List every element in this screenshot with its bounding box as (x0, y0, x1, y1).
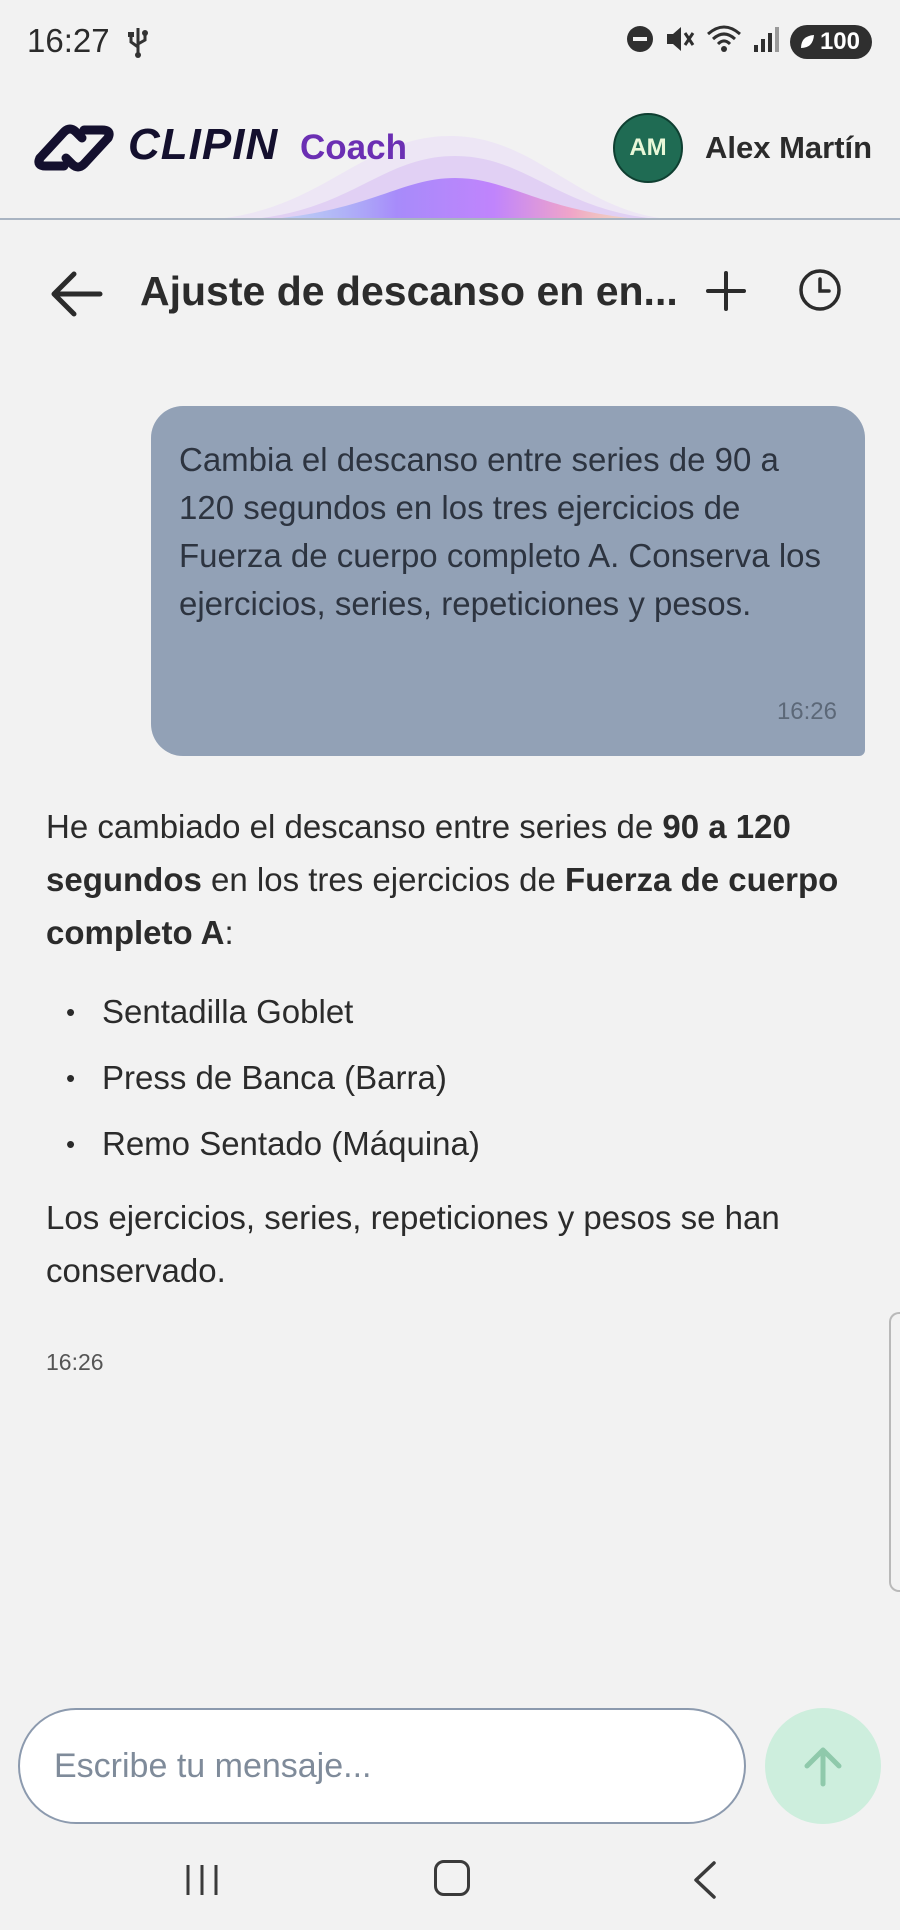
list-item: Press de Banca (Barra) (46, 1045, 866, 1111)
assistant-message: He cambiado el descanso entre series de … (46, 800, 866, 1297)
dnd-icon (626, 25, 654, 58)
usb-icon (125, 26, 151, 65)
user-message-bubble: Cambia el descanso entre series de 90 a … (151, 406, 865, 756)
clock-icon (799, 269, 841, 311)
list-item: Sentadilla Goblet (46, 979, 866, 1045)
status-time: 16:27 (27, 22, 110, 59)
battery-level: 100 (819, 27, 860, 55)
wifi-icon (706, 24, 742, 59)
plus-icon (706, 271, 746, 311)
home-icon[interactable] (434, 1860, 470, 1896)
message-timestamp: 16:26 (776, 698, 837, 725)
send-button[interactable] (765, 1708, 881, 1824)
avatar[interactable]: AM (613, 113, 683, 183)
nav-back-icon[interactable] (690, 1860, 720, 1900)
message-timestamp: 16:26 (46, 1349, 104, 1375)
assistant-intro-text: He cambiado el descanso entre series de (46, 808, 663, 845)
status-bar: 16:27 100 (0, 0, 900, 86)
scrollbar-handle[interactable] (889, 1312, 900, 1592)
signal-icon (752, 25, 780, 58)
recents-icon[interactable] (182, 1862, 222, 1898)
app-header: CLIPIN Coach AM Alex Martín (0, 86, 900, 220)
assistant-outro: Los ejercicios, series, repeticiones y p… (46, 1199, 780, 1289)
assistant-intro-text: : (224, 914, 234, 951)
mute-icon (664, 24, 696, 59)
chat-title: Ajuste de descanso en en... (140, 268, 678, 314)
back-button[interactable] (48, 266, 108, 322)
arrow-left-icon (51, 271, 103, 317)
battery-indicator: 100 (789, 24, 872, 59)
status-icons: 100 (626, 24, 872, 59)
message-input[interactable] (18, 1708, 746, 1824)
user-message-text: Cambia el descanso entre series de 90 a … (179, 441, 822, 622)
list-item: Remo Sentado (Máquina) (46, 1111, 866, 1177)
assistant-intro: He cambiado el descanso entre series de … (46, 800, 866, 959)
assistant-intro-text: en los tres ejercicios de (201, 861, 566, 898)
brand-name: CLIPIN (128, 120, 279, 169)
new-chat-button[interactable] (700, 265, 752, 317)
arrow-up-icon (804, 1747, 842, 1787)
product-name: Coach (300, 128, 407, 167)
history-button[interactable] (797, 267, 843, 313)
clipin-logo-icon (34, 124, 114, 172)
exercise-list: Sentadilla Goblet Press de Banca (Barra)… (46, 979, 866, 1177)
user-name[interactable]: Alex Martín (705, 130, 872, 166)
leaf-icon (800, 34, 814, 48)
